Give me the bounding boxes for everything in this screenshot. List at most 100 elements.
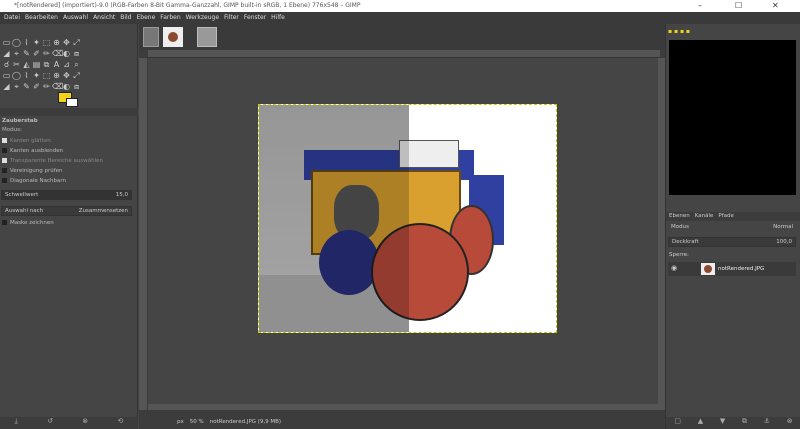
- tool-icon[interactable]: ✥: [62, 71, 71, 80]
- dock-tab-icons[interactable]: ▪ ▪ ▪ ▪: [668, 28, 690, 35]
- option-antialias[interactable]: Kanten glätten: [2, 138, 51, 144]
- tool-icon[interactable]: ⊕: [52, 71, 61, 80]
- menu-ebene[interactable]: Ebene: [137, 12, 156, 24]
- tool-icon[interactable]: ✦: [32, 71, 41, 80]
- tool-icon[interactable]: ⌇: [22, 38, 31, 47]
- horizontal-scrollbar[interactable]: [148, 404, 658, 410]
- layer-thumbnail: [701, 263, 715, 275]
- window-title: *[notRendered] (importiert)-9.0 (RGB-Far…: [14, 2, 361, 9]
- tool-icon[interactable]: ◭: [22, 60, 31, 69]
- option-draw-mask[interactable]: Maske zeichnen: [2, 220, 54, 226]
- duplicate-icon[interactable]: ⧉: [742, 417, 747, 429]
- menu-bar: Datei Bearbeiten Auswahl Ansicht Bild Ebene Fa…: [0, 12, 800, 24]
- zoom-dropdown[interactable]: 50 %: [190, 419, 204, 425]
- threshold-slider[interactable]: Schwellwert 15,0: [1, 190, 132, 200]
- anchor-icon[interactable]: ⚓: [764, 417, 770, 429]
- tool-icon[interactable]: ✂: [12, 60, 21, 69]
- navigation-preview[interactable]: [669, 40, 796, 195]
- tool-icon[interactable]: ✎: [22, 82, 31, 91]
- layer-row[interactable]: ◉ notRendered.JPG: [668, 262, 796, 276]
- tool-icon[interactable]: ▤: [32, 60, 41, 69]
- lower-icon[interactable]: ▼: [720, 417, 725, 429]
- tool-icon[interactable]: ⧈: [72, 49, 81, 58]
- mode-label: Modus:: [2, 127, 22, 133]
- tool-icon[interactable]: ⊕: [52, 38, 61, 47]
- tool-icon[interactable]: ⤢: [72, 38, 81, 47]
- menu-werkzeuge[interactable]: Werkzeuge: [186, 12, 219, 24]
- tool-icon[interactable]: ◢: [2, 82, 11, 91]
- tool-icon[interactable]: ✏: [42, 49, 51, 58]
- tool-icon[interactable]: ☌: [2, 60, 11, 69]
- raise-icon[interactable]: ▲: [698, 417, 703, 429]
- menu-bearbeiten[interactable]: Bearbeiten: [25, 12, 58, 24]
- delete-layer-icon[interactable]: ⊗: [787, 417, 793, 429]
- tool-icon[interactable]: ◐: [62, 82, 71, 91]
- tool-icon[interactable]: ⊿: [62, 60, 71, 69]
- restore-icon[interactable]: ↺: [47, 417, 53, 429]
- vertical-ruler: [139, 58, 147, 410]
- delete-icon[interactable]: ⊗: [82, 417, 88, 429]
- tool-icon[interactable]: ◐: [62, 49, 71, 58]
- image-tab-thumbnail[interactable]: [143, 27, 159, 47]
- tool-icon[interactable]: ⬚: [42, 38, 51, 47]
- background-color[interactable]: [66, 98, 78, 107]
- option-sample-merged[interactable]: Vereinigung prüfen: [2, 168, 63, 174]
- tool-icon[interactable]: ✦: [32, 38, 41, 47]
- image-window: px 50 % notRendered.JPG (9,9 MB): [139, 24, 665, 429]
- option-feather[interactable]: Kanten ausblenden: [2, 148, 63, 154]
- layers-tabs: Ebenen Kanäle Pfade: [666, 212, 800, 221]
- menu-auswahl[interactable]: Auswahl: [63, 12, 88, 24]
- tool-icon[interactable]: ✐: [32, 49, 41, 58]
- eye-icon[interactable]: ◉: [671, 264, 677, 272]
- tool-icon[interactable]: ⤢: [72, 71, 81, 80]
- tool-icon[interactable]: ◢: [2, 49, 11, 58]
- vertical-scrollbar[interactable]: [658, 58, 665, 410]
- option-transparent[interactable]: Transparente Bereiche auswählen: [2, 158, 103, 164]
- tool-icon[interactable]: ⬚: [42, 71, 51, 80]
- close-button[interactable]: ✕: [772, 0, 779, 12]
- menu-datei[interactable]: Datei: [4, 12, 20, 24]
- tool-icon[interactable]: ⌇: [22, 71, 31, 80]
- tool-icon[interactable]: ⧉: [42, 60, 51, 69]
- tool-options-title: Zauberstab: [2, 118, 38, 124]
- menu-ansicht[interactable]: Ansicht: [93, 12, 115, 24]
- image-tab-active[interactable]: [163, 27, 183, 47]
- tool-icon[interactable]: ✎: [22, 49, 31, 58]
- menu-farben[interactable]: Farben: [160, 12, 180, 24]
- tool-icon[interactable]: ⌖: [12, 82, 21, 91]
- tool-icon[interactable]: ✏: [42, 82, 51, 91]
- image-tab-thumbnail[interactable]: [197, 27, 217, 47]
- tab-layers[interactable]: Ebenen: [669, 212, 690, 221]
- reset-icon[interactable]: ⟲: [117, 417, 123, 429]
- mode-dropdown[interactable]: Modus Normal: [668, 223, 796, 233]
- maximize-button[interactable]: ☐: [735, 0, 742, 12]
- tool-icon[interactable]: ✐: [32, 82, 41, 91]
- tool-icon[interactable]: ⌫: [52, 82, 63, 91]
- layers-footer: ▢ ▲ ▼ ⧉ ⚓ ⊗: [666, 417, 800, 429]
- minimize-button[interactable]: –: [698, 0, 702, 12]
- menu-fenster[interactable]: Fenster: [244, 12, 266, 24]
- option-diagonal[interactable]: Diagonale Nachbarn: [2, 178, 66, 184]
- unit-dropdown[interactable]: px: [177, 419, 184, 425]
- tool-icon[interactable]: ⌫: [52, 49, 63, 58]
- canvas[interactable]: [148, 58, 658, 410]
- tab-channels[interactable]: Kanäle: [695, 212, 714, 221]
- tool-icon[interactable]: ✥: [62, 38, 71, 47]
- save-icon[interactable]: ⤓: [15, 417, 18, 429]
- tool-icon[interactable]: ◯: [12, 38, 21, 47]
- tool-icon[interactable]: ▭: [2, 71, 11, 80]
- tool-icon[interactable]: ◯: [12, 71, 21, 80]
- tool-icon[interactable]: ⧈: [72, 82, 81, 91]
- tool-icon[interactable]: ⌖: [12, 49, 21, 58]
- tab-paths[interactable]: Pfade: [718, 212, 734, 221]
- menu-bild[interactable]: Bild: [120, 12, 131, 24]
- tool-icon[interactable]: ▭: [2, 38, 11, 47]
- menu-filter[interactable]: Filter: [224, 12, 239, 24]
- tool-icon[interactable]: A: [52, 60, 61, 69]
- new-layer-icon[interactable]: ▢: [674, 417, 681, 429]
- menu-hilfe[interactable]: Hilfe: [271, 12, 285, 24]
- opacity-slider[interactable]: Deckkraft 100,0: [668, 237, 796, 247]
- status-file: notRendered.JPG (9,9 MB): [209, 419, 282, 425]
- tool-icon[interactable]: ⌕: [72, 60, 81, 69]
- select-by-dropdown[interactable]: Auswahl nach Zusammensetzen: [1, 206, 132, 216]
